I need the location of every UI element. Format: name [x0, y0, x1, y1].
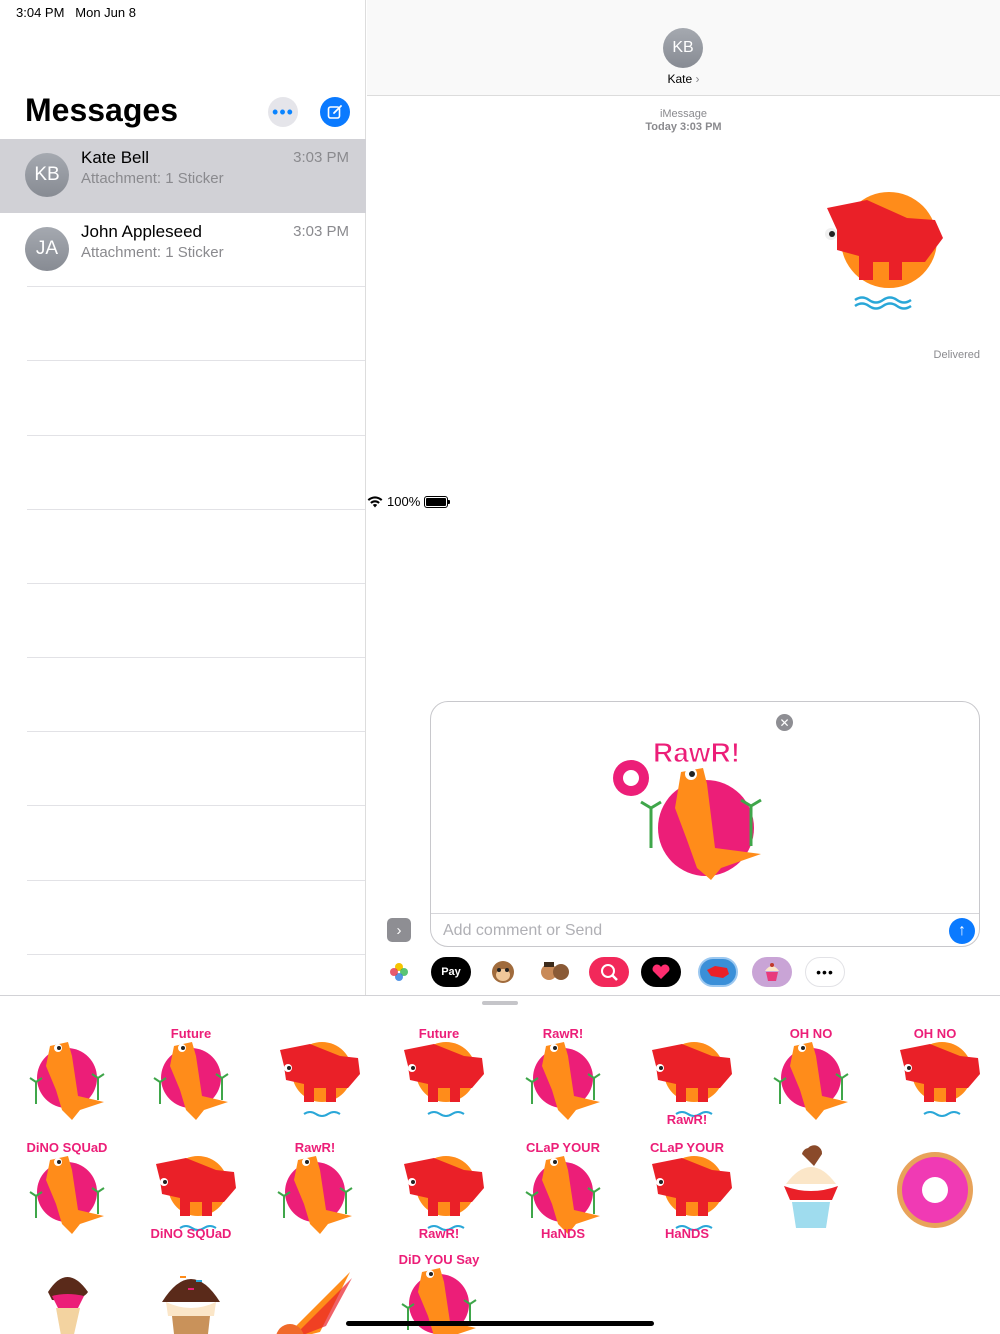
sticker-caption-bottom: HaNDS — [665, 1226, 709, 1240]
sticker-trike-red[interactable]: DiNO SQUaD — [136, 1140, 246, 1240]
compose-button[interactable] — [320, 97, 350, 127]
conversation-list-pane: Messages ••• KB Kate Bell Attachment: 1 … — [0, 0, 366, 995]
row-divider — [27, 583, 365, 584]
sticker-dino-orange[interactable]: RawR! — [508, 1026, 618, 1126]
sticker-caption-bottom: RawR! — [419, 1226, 459, 1240]
contact-name: Kate Bell — [81, 148, 150, 167]
sticker-ice-cream[interactable] — [12, 1252, 122, 1334]
sticker-trike-red[interactable]: OH NO — [880, 1026, 990, 1126]
sticker-caption-bottom: HaNDS — [541, 1226, 585, 1240]
drawer-grabber[interactable] — [482, 1001, 518, 1005]
sticker-dino-orange[interactable]: Future — [136, 1026, 246, 1126]
avatar: JA — [25, 227, 69, 271]
sticker-ice-cream-cone[interactable] — [136, 1252, 246, 1334]
row-divider — [27, 657, 365, 658]
sticker-caption-top: CLaP YOUR — [650, 1140, 725, 1155]
row-divider — [27, 360, 365, 361]
message-preview: Attachment: 1 Sticker — [81, 244, 224, 261]
message-preview: Attachment: 1 Sticker — [81, 170, 224, 187]
sticker-cupcake[interactable] — [756, 1140, 866, 1240]
message-time: 3:03 PM — [293, 223, 349, 240]
conversation-row[interactable]: KB Kate Bell Attachment: 1 Sticker 3:03 … — [0, 139, 366, 213]
battery-icon — [424, 495, 451, 508]
row-divider — [27, 509, 365, 510]
compose-icon — [327, 105, 342, 119]
sticker-trike-red[interactable]: RawR! — [632, 1026, 742, 1126]
ellipsis-icon: ••• — [272, 101, 294, 122]
sticker-dino-orange[interactable]: RawR! — [260, 1140, 370, 1240]
more-options-button[interactable]: ••• — [268, 97, 298, 127]
sticker-dino-orange[interactable]: OH NO — [756, 1026, 866, 1126]
sticker-caption-top: OH NO — [790, 1026, 833, 1041]
avatar: KB — [25, 153, 69, 197]
sticker-caption-top: CLaP YOUR — [526, 1140, 601, 1155]
row-divider — [27, 435, 365, 436]
sticker-trike-red[interactable] — [260, 1026, 370, 1126]
sticker-caption-top: DiD YOU Say — [399, 1252, 480, 1267]
row-divider — [27, 880, 365, 881]
page-title: Messages — [25, 92, 178, 128]
sticker-trike-red[interactable]: CLaP YOUR HaNDS — [632, 1140, 742, 1240]
sticker-caption-top: Future — [171, 1026, 211, 1041]
sticker-trike-red[interactable]: Future — [384, 1026, 494, 1126]
sticker-caption-top: OH NO — [914, 1026, 957, 1041]
sticker-caption-top: Future — [419, 1026, 459, 1041]
home-indicator — [346, 1321, 654, 1326]
wifi-icon — [367, 495, 383, 507]
sticker-caption-top: RawR! — [543, 1026, 583, 1041]
row-divider — [27, 954, 365, 955]
row-divider — [27, 731, 365, 732]
message-time: 3:03 PM — [293, 149, 349, 166]
status-right: 100% — [367, 4, 1000, 999]
sticker-caption-bottom: DiNO SQUaD — [151, 1226, 232, 1240]
sticker-dino-orange[interactable]: CLaP YOUR HaNDS — [508, 1140, 618, 1240]
sticker-drawer: Future Future RawR! RawR! OH NO OH NO DiNO SQU… — [0, 995, 1000, 1334]
sticker-caption-bottom: RawR! — [667, 1112, 707, 1126]
contact-name: John Appleseed — [81, 222, 202, 241]
row-divider — [27, 805, 365, 806]
sticker-dino-orange[interactable] — [12, 1026, 122, 1126]
sticker-donut[interactable] — [880, 1140, 990, 1240]
status-time: 3:04 PM Mon Jun 8 — [16, 5, 136, 20]
status-bar: 3:04 PM Mon Jun 8 100% — [0, 0, 1000, 509]
battery-percent: 100% — [387, 494, 421, 509]
sticker-caption-top: DiNO SQUaD — [27, 1140, 108, 1155]
row-divider — [27, 286, 365, 287]
sticker-trike-red[interactable]: RawR! — [384, 1140, 494, 1240]
sticker-caption-top: RawR! — [295, 1140, 335, 1155]
sticker-dino-orange[interactable]: DiNO SQUaD — [12, 1140, 122, 1240]
conversation-row[interactable]: JA John Appleseed Attachment: 1 Sticker … — [0, 213, 366, 287]
